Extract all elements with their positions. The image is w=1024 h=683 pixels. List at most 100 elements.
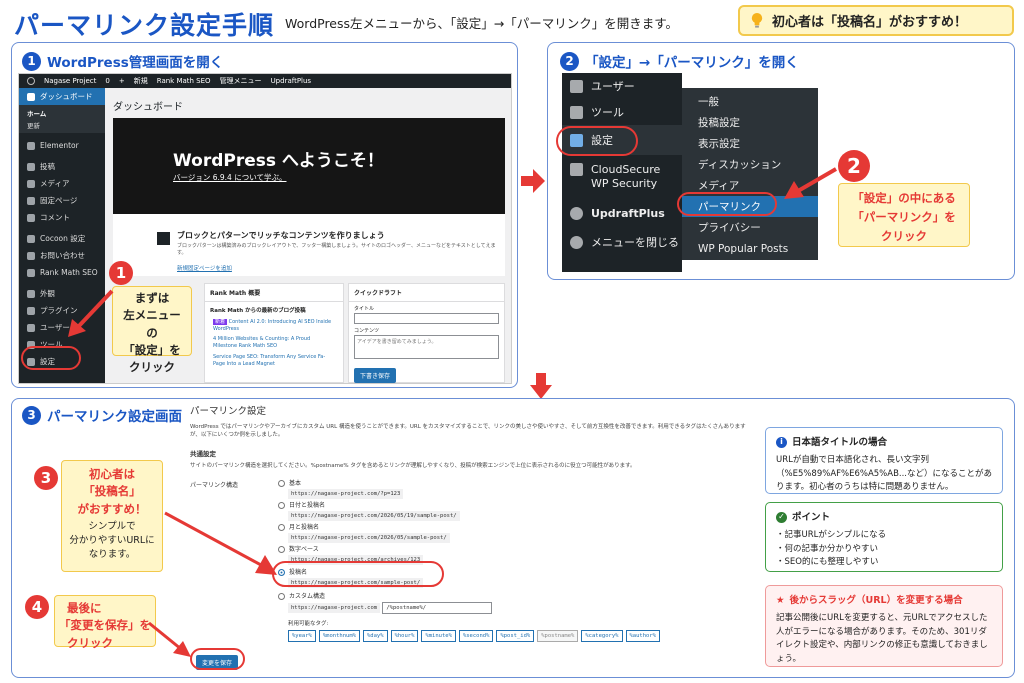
sidebar-item-media[interactable]: メディア xyxy=(19,175,105,192)
submenu-writing[interactable]: 投稿設定 xyxy=(682,112,818,133)
option-url: https://nagase-project.com/2026/05/sampl… xyxy=(288,533,450,543)
callout-line: 分かりやすいURLに xyxy=(69,535,155,546)
radio[interactable] xyxy=(278,480,285,487)
sidebar-sub-update[interactable]: 更新 xyxy=(19,119,105,131)
shield-icon xyxy=(570,163,583,176)
sidebar-label: 固定ページ xyxy=(40,196,78,205)
submenu-general[interactable]: 一般 xyxy=(682,91,818,112)
submenu-popular-posts[interactable]: WP Popular Posts xyxy=(682,238,818,259)
menu-item-tools[interactable]: ツール xyxy=(562,99,682,125)
step3-marker: 3 xyxy=(34,466,58,490)
tag-monthnum[interactable]: %monthnum% xyxy=(318,630,360,642)
step2-arrow xyxy=(784,167,838,199)
step1-panel: 1 WordPress管理画面を開く Nagase Project 0 + 新規… xyxy=(11,42,518,388)
rank-post-2[interactable]: 4 Million Websites & Counting: A Proud M… xyxy=(205,334,343,352)
admin-bar-plus[interactable]: + xyxy=(119,77,125,85)
sidebar-label: Elementor xyxy=(40,141,79,150)
radio[interactable] xyxy=(278,502,285,509)
option-month-name[interactable]: 月と投稿名 https://nagase-project.com/2026/05… xyxy=(278,522,450,543)
callout-line: 「投稿名」 xyxy=(83,484,141,499)
callout-line: 左メニューの xyxy=(123,308,181,340)
save-highlight-ring xyxy=(190,648,245,670)
step2-badge: 2 xyxy=(560,51,579,71)
menu-label: ユーザー xyxy=(591,80,635,93)
submenu-privacy[interactable]: プライバシー xyxy=(682,217,818,238)
option-label: 基本 xyxy=(289,480,302,487)
pin-icon xyxy=(27,162,35,171)
option-custom[interactable]: カスタム構造 https://nagase-project.com /%post… xyxy=(278,591,688,642)
permalink-highlight-ring xyxy=(677,192,777,216)
user-icon xyxy=(27,323,35,332)
block-link[interactable]: 新規固定ページを追加 xyxy=(177,264,232,272)
option-label: カスタム構造 xyxy=(289,593,326,600)
info-jp-title: i 日本語タイトルの場合 xyxy=(776,435,992,450)
step2-title: 2 「設定」→「パーマリンク」を開く xyxy=(560,51,799,71)
admin-bar-site[interactable]: Nagase Project xyxy=(44,77,96,85)
admin-bar-menu[interactable]: 管理メニュー xyxy=(220,76,262,86)
tag-author[interactable]: %author% xyxy=(625,630,660,642)
quick-draft-widget: クイックドラフト タイトル コンテンツ アイデアを書き留めてみましょう。 下書き… xyxy=(348,283,505,383)
tags-label: 利用可能なタグ: xyxy=(288,621,329,627)
sidebar-item-cocoon[interactable]: Cocoon 設定 xyxy=(19,230,105,247)
tag-year[interactable]: %year% xyxy=(288,630,316,642)
sidebar-item-dashboard[interactable]: ダッシュボード xyxy=(19,88,105,105)
info-slug-change: ★ 後からスラッグ（URL）を変更する場合 記事公開後にURLを変更すると、元UR… xyxy=(765,585,1003,667)
sidebar-sub-home[interactable]: ホーム xyxy=(19,107,105,119)
rank-post-1[interactable]: 新着 Content AI 2.0: Introducing AI SEO In… xyxy=(205,318,343,334)
sidebar-item-comments[interactable]: コメント xyxy=(19,209,105,226)
sidebar-item-rankmath[interactable]: Rank Math SEO xyxy=(19,264,105,281)
tag-post-id[interactable]: %post_id% xyxy=(496,630,535,642)
menu-item-updraft[interactable]: UpdraftPlus xyxy=(562,199,682,227)
sidebar-item-posts[interactable]: 投稿 xyxy=(19,158,105,175)
wp-logo-icon[interactable] xyxy=(27,77,35,85)
draft-title-input[interactable] xyxy=(354,313,499,324)
option-day-name[interactable]: 日付と投稿名 https://nagase-project.com/2026/0… xyxy=(278,500,460,521)
menu-label: CloudSecure WP Security xyxy=(591,163,661,191)
sidebar-item-elementor[interactable]: Elementor xyxy=(19,137,105,154)
plugin-icon xyxy=(27,306,35,315)
callout-line: 最後に xyxy=(67,601,102,615)
menu-item-collapse[interactable]: メニューを閉じる xyxy=(562,227,682,257)
option-label: 日付と投稿名 xyxy=(289,502,326,509)
menu-label: UpdraftPlus xyxy=(591,206,665,220)
sidebar-item-pages[interactable]: 固定ページ xyxy=(19,192,105,209)
tag-postname[interactable]: %postname% xyxy=(537,630,579,642)
rankmath-icon xyxy=(27,268,35,277)
tip-box: 初心者は「投稿名」がおすすめ！ xyxy=(738,5,1014,36)
structure-label: パーマリンク構造 xyxy=(190,482,239,489)
callout-line: 「設定」を xyxy=(123,342,181,357)
save-draft-button[interactable]: 下書き保存 xyxy=(354,368,397,383)
tag-day[interactable]: %day% xyxy=(363,630,388,642)
admin-bar-rankmath[interactable]: Rank Math SEO xyxy=(157,77,211,85)
tag-minute[interactable]: %minute% xyxy=(421,630,456,642)
common-desc: サイトのパーマリンク構造を選択してください。%postname% タグを含めると… xyxy=(190,462,636,469)
admin-bar-new[interactable]: 新規 xyxy=(134,76,148,86)
page-subtitle: WordPress左メニューから、「設定」→「パーマリンク」を開きます。 xyxy=(285,16,679,31)
star-icon: ★ xyxy=(776,595,785,606)
tag-category[interactable]: %category% xyxy=(581,630,623,642)
draft-content-textarea[interactable]: アイデアを書き留めてみましょう。 xyxy=(354,335,499,359)
sidebar-label: 外観 xyxy=(40,289,55,298)
menu-label: メニューを閉じる xyxy=(591,236,679,249)
draft-title: クイックドラフト xyxy=(349,284,504,302)
tag-hour[interactable]: %hour% xyxy=(390,630,419,642)
admin-bar-comments[interactable]: 0 xyxy=(105,77,109,85)
menu-item-users[interactable]: ユーザー xyxy=(562,73,682,99)
sidebar-item-contact[interactable]: お問い合わせ xyxy=(19,247,105,264)
comment-icon xyxy=(27,213,35,222)
rank-post-3[interactable]: Service Page SEO: Transform Any Service … xyxy=(205,352,343,370)
menu-item-cloudsecure[interactable]: CloudSecure WP Security xyxy=(562,155,682,199)
tag-second[interactable]: %second% xyxy=(458,630,494,642)
option-url: https://nagase-project.com/?p=123 xyxy=(288,489,404,499)
submenu-reading[interactable]: 表示設定 xyxy=(682,133,818,154)
block-title: ブロックとパターンでリッチなコンテンツを作りましょう xyxy=(177,231,385,240)
radio[interactable] xyxy=(278,593,285,600)
rankmath-widget-title: Rank Math 概要 xyxy=(205,284,343,302)
admin-bar-updraft[interactable]: UpdraftPlus xyxy=(271,77,312,85)
step2-marker: 2 xyxy=(838,150,870,182)
option-plain[interactable]: 基本 https://nagase-project.com/?p=123 xyxy=(278,478,404,499)
point-item: ・記事URLがシンプルになる xyxy=(776,530,887,541)
check-icon: ✓ xyxy=(776,512,787,524)
custom-structure-input[interactable]: /%postname%/ xyxy=(382,602,493,614)
welcome-link[interactable]: バージョン 6.9.4 について学ぶ。 xyxy=(173,172,286,183)
